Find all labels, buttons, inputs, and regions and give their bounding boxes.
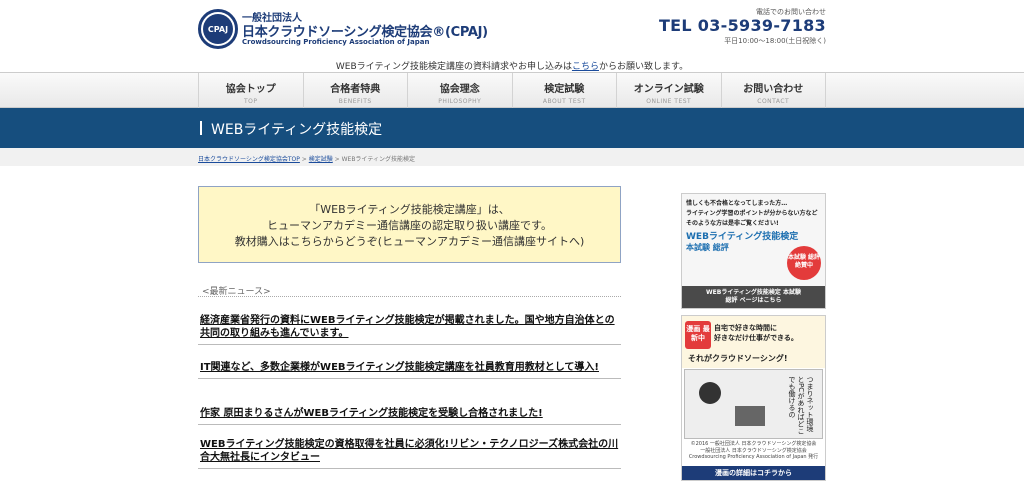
request-notice: WEBライティング技能検定講座の資料請求やお申し込みはこちらからお願い致します。 [0,59,1024,72]
page-title: WEBライティング技能検定 [211,122,383,138]
news-link[interactable]: 作家 原田まりるさんがWEBライティング技能検定を受験し合格されました! [200,407,619,420]
nav-sublabel: BENEFITS [338,98,372,105]
nav-label: 検定試験 [544,84,585,95]
manga-banner[interactable]: 漫画 最新中 自宅で好きな時間に 好きなだけ仕事ができる。 それがクラウドソーシ… [681,315,826,481]
manga-illustration: つまりネット環境とPCがあればどこでも働けるの [684,369,823,439]
breadcrumb: 日本クラウドソーシング検定協会TOP > 検定試験 > WEBライティング技能検… [198,154,415,163]
breadcrumb-home-link[interactable]: 日本クラウドソーシング検定協会TOP [198,156,300,163]
nav-label: 協会トップ [225,84,276,95]
promo-line: 教材購入はこちらからどうぞ(ヒューマンアカデミー通信講座サイトへ) [234,235,585,248]
page-title-band [0,108,1024,148]
banner-badge: 本試験 総評 絶賛中 [787,246,821,280]
character-icon [699,382,721,404]
nav-sublabel: ONLINE TEST [646,98,692,105]
news-link[interactable]: IT関連など、多数企業様がWEBライティング技能検定講座を社員教育用教材として導… [200,361,619,374]
nav-label: 合格者特典 [330,84,381,95]
title-accent-bar [200,121,202,135]
banner-text: そのような方は是非ご覧ください! [686,220,779,227]
notice-text-before: WEBライティング技能検定講座の資料請求やお申し込みは [335,62,572,72]
nav-label: オンライン試験 [633,84,704,95]
banner-text: 自宅で好きな時間に [714,324,777,332]
manga-badge: 漫画 最新中 [685,321,711,349]
banner-footer-line: 総評 ページはこちら [725,297,782,304]
breadcrumb-separator: > [299,156,309,163]
org-english-name: Crowdsourcing Proficiency Association of… [242,38,430,46]
exam-review-banner[interactable]: 惜しくも不合格となってしまった方… ライティング学習のポイントが分からない方など… [681,193,826,309]
news-link[interactable]: WEBライティング技能検定の資格取得を社員に必須化!リビン・テクノロジーズ株式会… [200,438,619,464]
manga-publisher: 一般社団法人 日本クラウドソーシング検定協会 Crowdsourcing Pro… [688,448,819,460]
nav-sublabel: CONTACT [757,98,790,105]
nav-label: 協会理念 [439,84,480,95]
speech-bubble-text: つまりネット環境とPCがあればどこでも働けるの [788,376,814,435]
news-link[interactable]: 経済産業省発行の資料にWEBライティング技能検定が掲載されました。国や地方自治体… [200,314,619,340]
manga-copyright: ©2016 一般社団法人 日本クラウドソーシング検定協会 [690,441,817,447]
nav-sublabel: PHILOSOPHY [438,98,482,105]
breadcrumb-band [0,148,1024,166]
manga-banner-header: 漫画 最新中 自宅で好きな時間に 好きなだけ仕事ができる。 それがクラウドソーシ… [682,316,825,368]
course-promo-box[interactable]: 「WEBライティング技能検定講座」は、 ヒューマンアカデミー通信講座の認定取り扱… [198,186,621,263]
site-header: CPAJ 一般社団法人 日本クラウドソーシング検定協会®(CPAJ) Crowd… [0,0,1024,58]
banner-title: WEBライティング技能検定 [686,232,799,242]
nav-item-philosophy[interactable]: 協会理念 PHILOSOPHY [407,73,512,109]
banner-subtitle: 本試験 総評 [686,243,729,252]
notice-link[interactable]: こちら [572,62,599,72]
banner-text: ライティング学習のポイントが分からない方など [686,210,818,217]
logo-mark-text: CPAJ [203,14,233,44]
promo-line: 「WEBライティング技能検定講座」は、 [309,203,510,216]
news-item: IT関連など、多数企業様がWEBライティング技能検定講座を社員教育用教材として導… [198,361,621,379]
promo-line: ヒューマンアカデミー通信講座の認定取り扱い講座です。 [267,219,552,232]
manga-footer: 漫画の詳細はコチラから [682,466,825,480]
laptop-icon [735,406,765,426]
news-item: WEBライティング技能検定の資格取得を社員に必須化!リビン・テクノロジーズ株式会… [198,438,621,469]
nav-item-about-test[interactable]: 検定試験 ABOUT TEST [511,73,617,109]
breadcrumb-parent-link[interactable]: 検定試験 [309,156,333,163]
nav-item-contact[interactable]: お問い合わせ CONTACT [720,73,826,109]
nav-item-online-test[interactable]: オンライン試験 ONLINE TEST [616,73,721,109]
banner-footer-line: WEBライティング技能検定 本試験 [706,289,801,296]
banner-footer: WEBライティング技能検定 本試験 総評 ページはこちら [682,286,825,308]
nav-sublabel: ABOUT TEST [542,98,586,105]
nav-sublabel: TOP [243,98,258,105]
news-divider [198,296,621,297]
phone-number: TEL 03-5939-7183 [658,16,826,35]
breadcrumb-current: WEBライティング技能検定 [341,156,415,163]
global-nav: 協会トップ TOP 合格者特典 BENEFITS 協会理念 PHILOSOPHY… [0,72,1024,109]
cpaj-logo-icon[interactable]: CPAJ [198,9,238,49]
banner-text: それがクラウドソーシング! [688,354,788,363]
business-hours: 平日10:00〜18:00(土日祝除く) [724,37,826,45]
banner-text: 惜しくも不合格となってしまった方… [686,200,788,207]
nav-item-top[interactable]: 協会トップ TOP [198,73,303,109]
nav-item-benefits[interactable]: 合格者特典 BENEFITS [302,73,408,109]
notice-text-after: からお願い致します。 [598,62,689,72]
nav-label: お問い合わせ [743,84,804,95]
banner-text: 好きなだけ仕事ができる。 [714,334,798,342]
news-item: 作家 原田まりるさんがWEBライティング技能検定を受験し合格されました! [198,407,621,425]
breadcrumb-separator: > [332,156,342,163]
news-item: 経済産業省発行の資料にWEBライティング技能検定が掲載されました。国や地方自治体… [198,314,621,345]
